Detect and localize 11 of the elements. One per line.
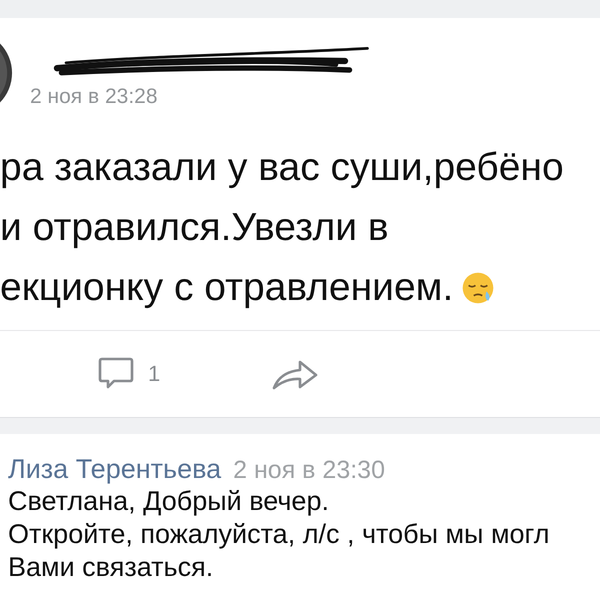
post-date[interactable]: 2 ноя в 23:28	[30, 85, 390, 109]
comment-button[interactable]: 1	[96, 354, 160, 394]
comment-text-line: Откройте, пожалуйста, л/с , чтобы мы могл	[8, 518, 551, 551]
comment-date: 2 ноя в 23:30	[233, 456, 385, 485]
sleepy-face-icon	[461, 271, 496, 305]
post-text-line: ра заказали у вас суши,ребёно	[0, 146, 564, 190]
comment-text-line: Светлана, Добрый вечер.	[8, 485, 330, 518]
post-text-line: екционку с отравлением.	[0, 266, 454, 310]
post-text-line: и отравился.Увезли в	[0, 206, 389, 250]
comment-author[interactable]: Лиза Терентьева	[8, 454, 222, 485]
comment-text-line: Вами связаться.	[8, 551, 214, 584]
